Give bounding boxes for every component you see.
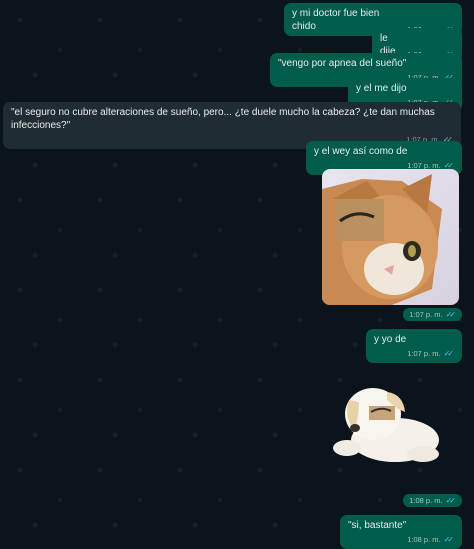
- message-text: "si, bastante": [348, 520, 407, 531]
- media-timestamp: 1:07 p. m. ✓✓: [403, 308, 462, 321]
- message-bubble[interactable]: y yo de 1:07 p. m. ✓✓: [366, 329, 462, 363]
- message-text: "vengo por apnea del sueño": [278, 58, 407, 69]
- message-time: 1:07 p. m.: [409, 310, 443, 319]
- double-check-icon: ✓✓: [445, 310, 457, 319]
- double-check-icon: ✓✓: [443, 535, 455, 544]
- cat-with-drawn-eyebrows-image[interactable]: [322, 169, 459, 305]
- message-text: "el seguro no cubre alteraciones de sueñ…: [11, 107, 435, 131]
- double-check-icon: ✓✓: [445, 496, 457, 505]
- message-time: 1:07 p. m.: [407, 349, 441, 358]
- message-time: 1:08 p. m.: [409, 496, 443, 505]
- cat-image-drawing: [322, 169, 459, 305]
- message-text: y el me dijo: [356, 83, 407, 94]
- message-bubble[interactable]: "si, bastante" 1:08 p. m. ✓✓: [340, 515, 462, 549]
- message-text: y yo de: [374, 334, 407, 345]
- media-timestamp: 1:08 p. m. ✓✓: [403, 494, 462, 507]
- message-time: 1:08 p. m.: [407, 535, 441, 544]
- puppy-drawing: [333, 388, 439, 462]
- double-check-icon: ✓✓: [443, 349, 455, 358]
- message-text: y el wey así como de: [314, 146, 408, 157]
- puppy-sticker[interactable]: [325, 378, 443, 468]
